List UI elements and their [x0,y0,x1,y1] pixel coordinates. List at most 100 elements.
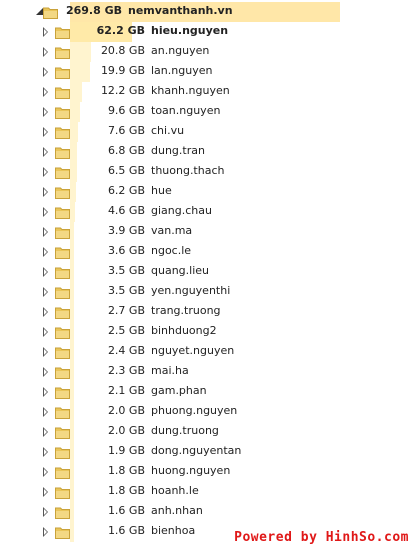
tree-row[interactable]: 2.1 GB gam.phan [0,382,413,402]
tree-row[interactable]: 1.8 GB hoanh.le [0,482,413,502]
tree-row[interactable]: 3.5 GB yen.nguyenthi [0,282,413,302]
folder-name: nemvanthanh.vn [128,4,233,17]
expand-arrow-icon[interactable] [43,427,48,437]
expand-arrow-icon[interactable] [43,27,48,37]
folder-name: huong.nguyen [151,464,231,477]
tree-row[interactable]: 2.4 GB nguyet.nguyen [0,342,413,362]
folder-name: hieu.nguyen [151,24,229,37]
folder-size: 2.0 GB [107,404,145,417]
tree-row[interactable]: 3.5 GB quang.lieu [0,262,413,282]
tree-row[interactable]: 20.8 GB an.nguyen [0,42,413,62]
tree-row[interactable]: 2.3 GB mai.ha [0,362,413,382]
tree-row[interactable]: 2.0 GB dung.truong [0,422,413,442]
folder-name: mai.ha [151,364,189,377]
tree-row[interactable]: 1.9 GB dong.nguyentan [0,442,413,462]
expand-arrow-icon[interactable] [43,247,48,257]
expand-arrow-icon[interactable] [43,87,48,97]
folder-size: 2.0 GB [107,424,145,437]
expand-arrow-icon[interactable] [43,307,48,317]
tree-row[interactable]: 6.2 GB hue [0,182,413,202]
tree-row[interactable]: 9.6 GB toan.nguyen [0,102,413,122]
expand-arrow-icon[interactable] [43,447,48,457]
folder-size: 6.2 GB [107,184,145,197]
tree-row[interactable]: 1.6 GB anh.nhan [0,502,413,522]
expand-arrow-icon[interactable] [43,467,48,477]
tree-row[interactable]: 2.0 GB phuong.nguyen [0,402,413,422]
expand-arrow-icon[interactable] [43,147,48,157]
folder-size: 3.9 GB [107,224,145,237]
folder-name: dong.nguyentan [151,444,242,457]
expand-arrow-icon[interactable] [43,287,48,297]
tree-row[interactable]: 2.5 GB binhduong2 [0,322,413,342]
folder-size: 20.8 GB [100,44,145,57]
expand-arrow-icon[interactable] [43,67,48,77]
folder-size: 19.9 GB [100,64,145,77]
expand-arrow-icon[interactable] [43,487,48,497]
folder-name: ngoc.le [151,244,192,257]
expand-arrow-icon[interactable] [43,47,48,57]
folder-size: 1.9 GB [107,444,145,457]
folder-size: 2.4 GB [107,344,145,357]
folder-name: dung.tran [151,144,205,157]
folder-name: chi.vu [151,124,185,137]
tree-row[interactable]: 6.5 GB thuong.thach [0,162,413,182]
folder-name: an.nguyen [151,44,210,57]
folder-size: 1.6 GB [107,504,145,517]
folder-name: lan.nguyen [151,64,213,77]
folder-name: binhduong2 [151,324,217,337]
folder-size: 12.2 GB [100,84,145,97]
expand-arrow-icon[interactable] [43,107,48,117]
folder-size: 4.6 GB [107,204,145,217]
folder-size: 3.5 GB [107,284,145,297]
tree-row[interactable]: 6.8 GB dung.tran [0,142,413,162]
watermark: Powered by HinhSo.com [234,530,409,545]
tree-row[interactable]: 3.9 GB van.ma [0,222,413,242]
expand-arrow-icon[interactable] [43,347,48,357]
tree-row[interactable]: 12.2 GB khanh.nguyen [0,82,413,102]
folder-size: 2.1 GB [107,384,145,397]
folder-size: 3.5 GB [107,264,145,277]
expand-arrow-icon[interactable] [43,227,48,237]
tree-row[interactable]: 62.2 GB hieu.nguyen [0,22,413,42]
expand-arrow-icon[interactable] [43,507,48,517]
expand-arrow-icon[interactable] [43,207,48,217]
folder-name: hoanh.le [151,484,199,497]
expand-arrow-icon[interactable] [43,127,48,137]
folder-size: 9.6 GB [107,104,145,117]
tree-root-row[interactable]: 269.8 GB nemvanthanh.vn [0,2,413,22]
tree-row[interactable]: 4.6 GB giang.chau [0,202,413,222]
folder-size: 6.8 GB [107,144,145,157]
folder-size: 2.7 GB [107,304,145,317]
expand-arrow-icon[interactable] [43,187,48,197]
tree-row[interactable]: 7.6 GB chi.vu [0,122,413,142]
folder-size: 269.8 GB [65,4,122,17]
expand-arrow-icon[interactable] [43,407,48,417]
folder-name: khanh.nguyen [151,84,230,97]
folder-size: 62.2 GB [96,24,145,37]
folder-size: 6.5 GB [107,164,145,177]
folder-name: gam.phan [151,384,207,397]
expand-arrow-icon[interactable] [43,367,48,377]
folder-name: bienhoa [151,524,196,537]
folder-name: nguyet.nguyen [151,344,235,357]
folder-size: 7.6 GB [107,124,145,137]
folder-name: toan.nguyen [151,104,221,117]
folder-size: 1.8 GB [107,464,145,477]
folder-name: thuong.thach [151,164,225,177]
folder-name: hue [151,184,172,197]
folder-size: 2.5 GB [107,324,145,337]
expand-arrow-icon[interactable] [43,527,48,537]
expand-arrow-icon[interactable] [43,267,48,277]
folder-size: 1.8 GB [107,484,145,497]
tree-row[interactable]: 3.6 GB ngoc.le [0,242,413,262]
folder-size: 3.6 GB [107,244,145,257]
tree-row[interactable]: 2.7 GB trang.truong [0,302,413,322]
expand-arrow-icon[interactable] [43,167,48,177]
tree-row[interactable]: 1.8 GB huong.nguyen [0,462,413,482]
folder-size-tree: 269.8 GB nemvanthanh.vn 62.2 GB hieu.nguyen… [0,0,413,545]
expand-arrow-icon[interactable] [43,387,48,397]
folder-name: yen.nguyenthi [151,284,231,297]
expand-arrow-icon[interactable] [43,327,48,337]
tree-row[interactable]: 19.9 GB lan.nguyen [0,62,413,82]
folder-name: van.ma [151,224,193,237]
